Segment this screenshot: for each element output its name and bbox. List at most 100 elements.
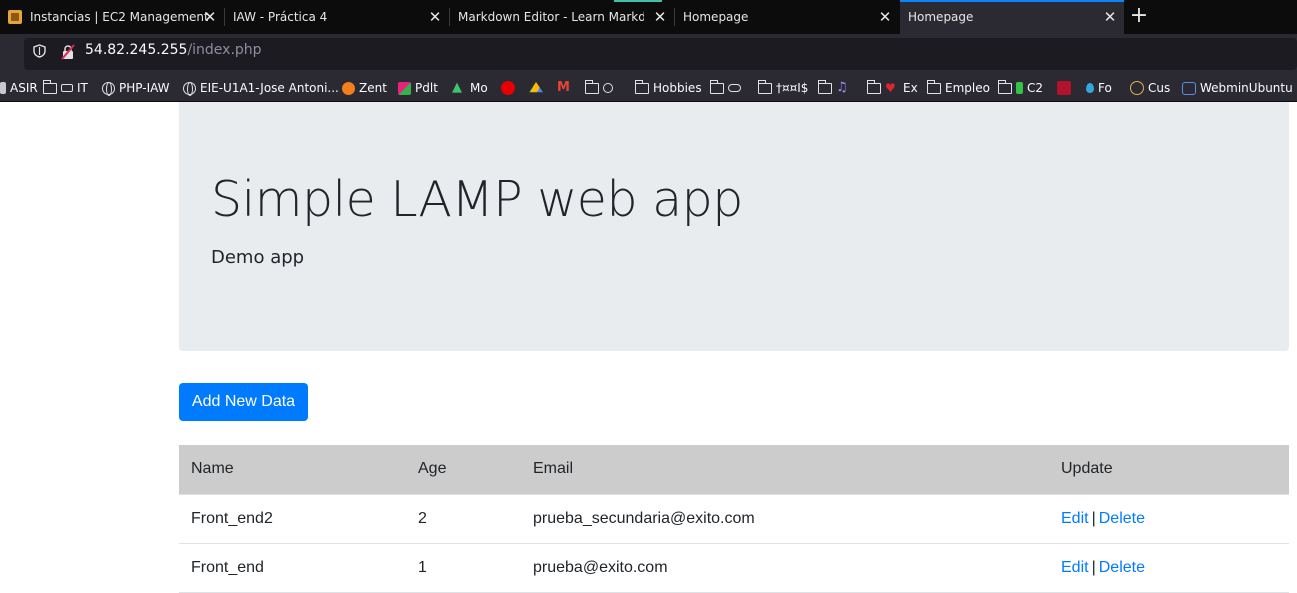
castle-icon — [1057, 81, 1071, 95]
tab-indicator — [614, 0, 662, 2]
battery-icon — [1016, 82, 1023, 94]
table-row: Front_end 1 prueba@exito.com Edit | Delete — [179, 543, 1289, 593]
folder-icon — [926, 79, 941, 94]
cell-name: Front_end — [179, 543, 406, 593]
bookmark-label: Empleo — [945, 81, 990, 95]
cell-actions: Edit | Delete — [1049, 543, 1289, 593]
bookmark-drive[interactable] — [529, 79, 547, 97]
pdlt-icon — [398, 81, 411, 95]
tab-homepage-active[interactable]: Homepage ✕ — [900, 0, 1124, 34]
data-table: Name Age Email Update Front_end2 2 prueb… — [179, 445, 1289, 593]
tab-homepage[interactable]: Homepage ✕ — [675, 0, 899, 34]
bookmark-it[interactable]: IT — [42, 79, 88, 97]
folder-icon — [709, 79, 724, 94]
bookmark-asir[interactable]: ASIR — [0, 79, 38, 97]
folder-icon — [757, 79, 772, 94]
bookmark-ex[interactable]: ♥ Ex — [866, 79, 918, 97]
insecure-lock-icon[interactable] — [60, 44, 76, 60]
edit-link[interactable]: Edit — [1061, 559, 1089, 576]
gmail-icon: M — [557, 80, 570, 95]
cell-email: prueba_secundaria@exito.com — [521, 494, 1049, 544]
shield-icon[interactable] — [33, 44, 46, 58]
url-path: /index.php — [187, 42, 262, 58]
globe-icon — [183, 81, 196, 96]
column-header-update: Update — [1049, 445, 1289, 495]
url-text[interactable]: 54.82.245.255/index.php — [85, 42, 262, 58]
bookmark-vodafone[interactable] — [501, 79, 519, 97]
webmin-icon — [1182, 81, 1196, 95]
bookmark-zent[interactable]: Zent — [342, 79, 387, 97]
action-separator: | — [1091, 558, 1096, 576]
tab-ec2[interactable]: Instancias | EC2 Management C ✕ — [0, 0, 224, 34]
cell-name: Front_end2 — [179, 494, 406, 544]
vodafone-icon — [501, 81, 515, 95]
bookmark-php-iaw[interactable]: PHP-IAW — [102, 79, 170, 97]
jumbotron: Simple LAMP web app Demo app — [179, 102, 1289, 351]
bookmark-label: PHP-IAW — [119, 81, 170, 95]
bookmark-fo[interactable]: Fo — [1086, 79, 1112, 97]
column-header-age: Age — [406, 445, 521, 495]
bookmark-webmin[interactable]: WebminUbuntu — [1182, 79, 1293, 97]
cell-age: 2 — [406, 494, 521, 544]
gamepad-icon — [728, 84, 741, 92]
folder-icon — [634, 79, 649, 94]
bookmark-search-folder[interactable] — [584, 79, 617, 97]
folder-icon — [866, 79, 881, 94]
url-host: 54.82.245.255 — [85, 42, 188, 58]
bookmarks-toolbar: ASIR IT PHP-IAW EIE-U1A1-Jose Antoni... … — [0, 74, 1297, 102]
bookmark-label: IT — [77, 81, 88, 95]
table-header-row: Name Age Email Update — [179, 445, 1289, 495]
close-icon[interactable]: ✕ — [877, 9, 893, 25]
bookmark-label: C2 — [1027, 81, 1044, 95]
bookmark-cus[interactable]: Cus — [1130, 79, 1170, 97]
page-subtitle: Demo app — [211, 247, 305, 268]
close-icon[interactable]: ✕ — [652, 9, 668, 25]
add-new-data-button[interactable]: Add New Data — [179, 383, 308, 421]
bookmark-music[interactable]: ♫ — [817, 79, 854, 97]
bookmark-eie[interactable]: EIE-U1A1-Jose Antoni... — [183, 79, 339, 97]
cus-icon — [1130, 81, 1144, 95]
delete-link[interactable]: Delete — [1099, 510, 1145, 527]
bookmark-castle[interactable] — [1057, 79, 1075, 97]
close-icon[interactable]: ✕ — [1102, 9, 1118, 25]
bookmark-label: Zent — [359, 81, 387, 95]
bookmark-mo[interactable]: ▲ Mo — [452, 79, 488, 97]
folder-icon — [997, 79, 1012, 94]
bookmark-label: Fo — [1098, 81, 1112, 95]
bookmark-label: EIE-U1A1-Jose Antoni... — [200, 81, 339, 95]
tab-title: IAW - Práctica 4 — [233, 10, 328, 24]
cell-age: 1 — [406, 543, 521, 593]
edit-link[interactable]: Edit — [1061, 510, 1089, 527]
close-icon[interactable]: ✕ — [202, 9, 218, 25]
navigation-bar: 54.82.245.255/index.php — [0, 34, 1297, 74]
heart-icon: ♥ — [885, 81, 896, 95]
bookmark-c2[interactable]: C2 — [997, 79, 1044, 97]
delete-link[interactable]: Delete — [1099, 559, 1145, 576]
drive-icon — [529, 82, 543, 93]
page-title: Simple LAMP web app — [211, 171, 743, 228]
bookmark-games[interactable] — [709, 79, 745, 97]
action-separator: | — [1091, 509, 1096, 527]
bookmark-hobbies[interactable]: Hobbies — [634, 79, 702, 97]
tab-title: Homepage — [683, 10, 749, 24]
bookmark-icon — [0, 82, 6, 94]
tab-strip: Instancias | EC2 Management C ✕ IAW - Pr… — [0, 0, 1297, 34]
tab-title: Homepage — [908, 10, 974, 24]
bookmark-pdlt[interactable]: Pdlt — [398, 79, 438, 97]
bookmark-label: Ex — [903, 81, 918, 95]
tab-iaw[interactable]: IAW - Práctica 4 ✕ — [225, 0, 449, 34]
tab-title: Markdown Editor - Learn Markdow — [458, 10, 644, 24]
tab-markdown[interactable]: Markdown Editor - Learn Markdow ✕ — [450, 0, 674, 34]
bookmark-label: ASIR — [10, 81, 38, 95]
table-row: Front_end2 2 prueba_secundaria@exito.com… — [179, 494, 1289, 544]
new-tab-button[interactable]: + — [1127, 5, 1151, 29]
zent-icon — [342, 81, 355, 95]
bookmark-empleo[interactable]: Empleo — [926, 79, 990, 97]
bookmark-gmail[interactable]: M — [557, 79, 575, 97]
tab-title: Instancias | EC2 Management C — [30, 10, 208, 24]
bookmark-label: Pdlt — [415, 81, 438, 95]
close-icon[interactable]: ✕ — [427, 9, 443, 25]
bookmark-money[interactable]: †¤¤I$ — [757, 79, 808, 97]
folder-icon — [42, 79, 57, 94]
magnifier-icon — [603, 83, 613, 93]
